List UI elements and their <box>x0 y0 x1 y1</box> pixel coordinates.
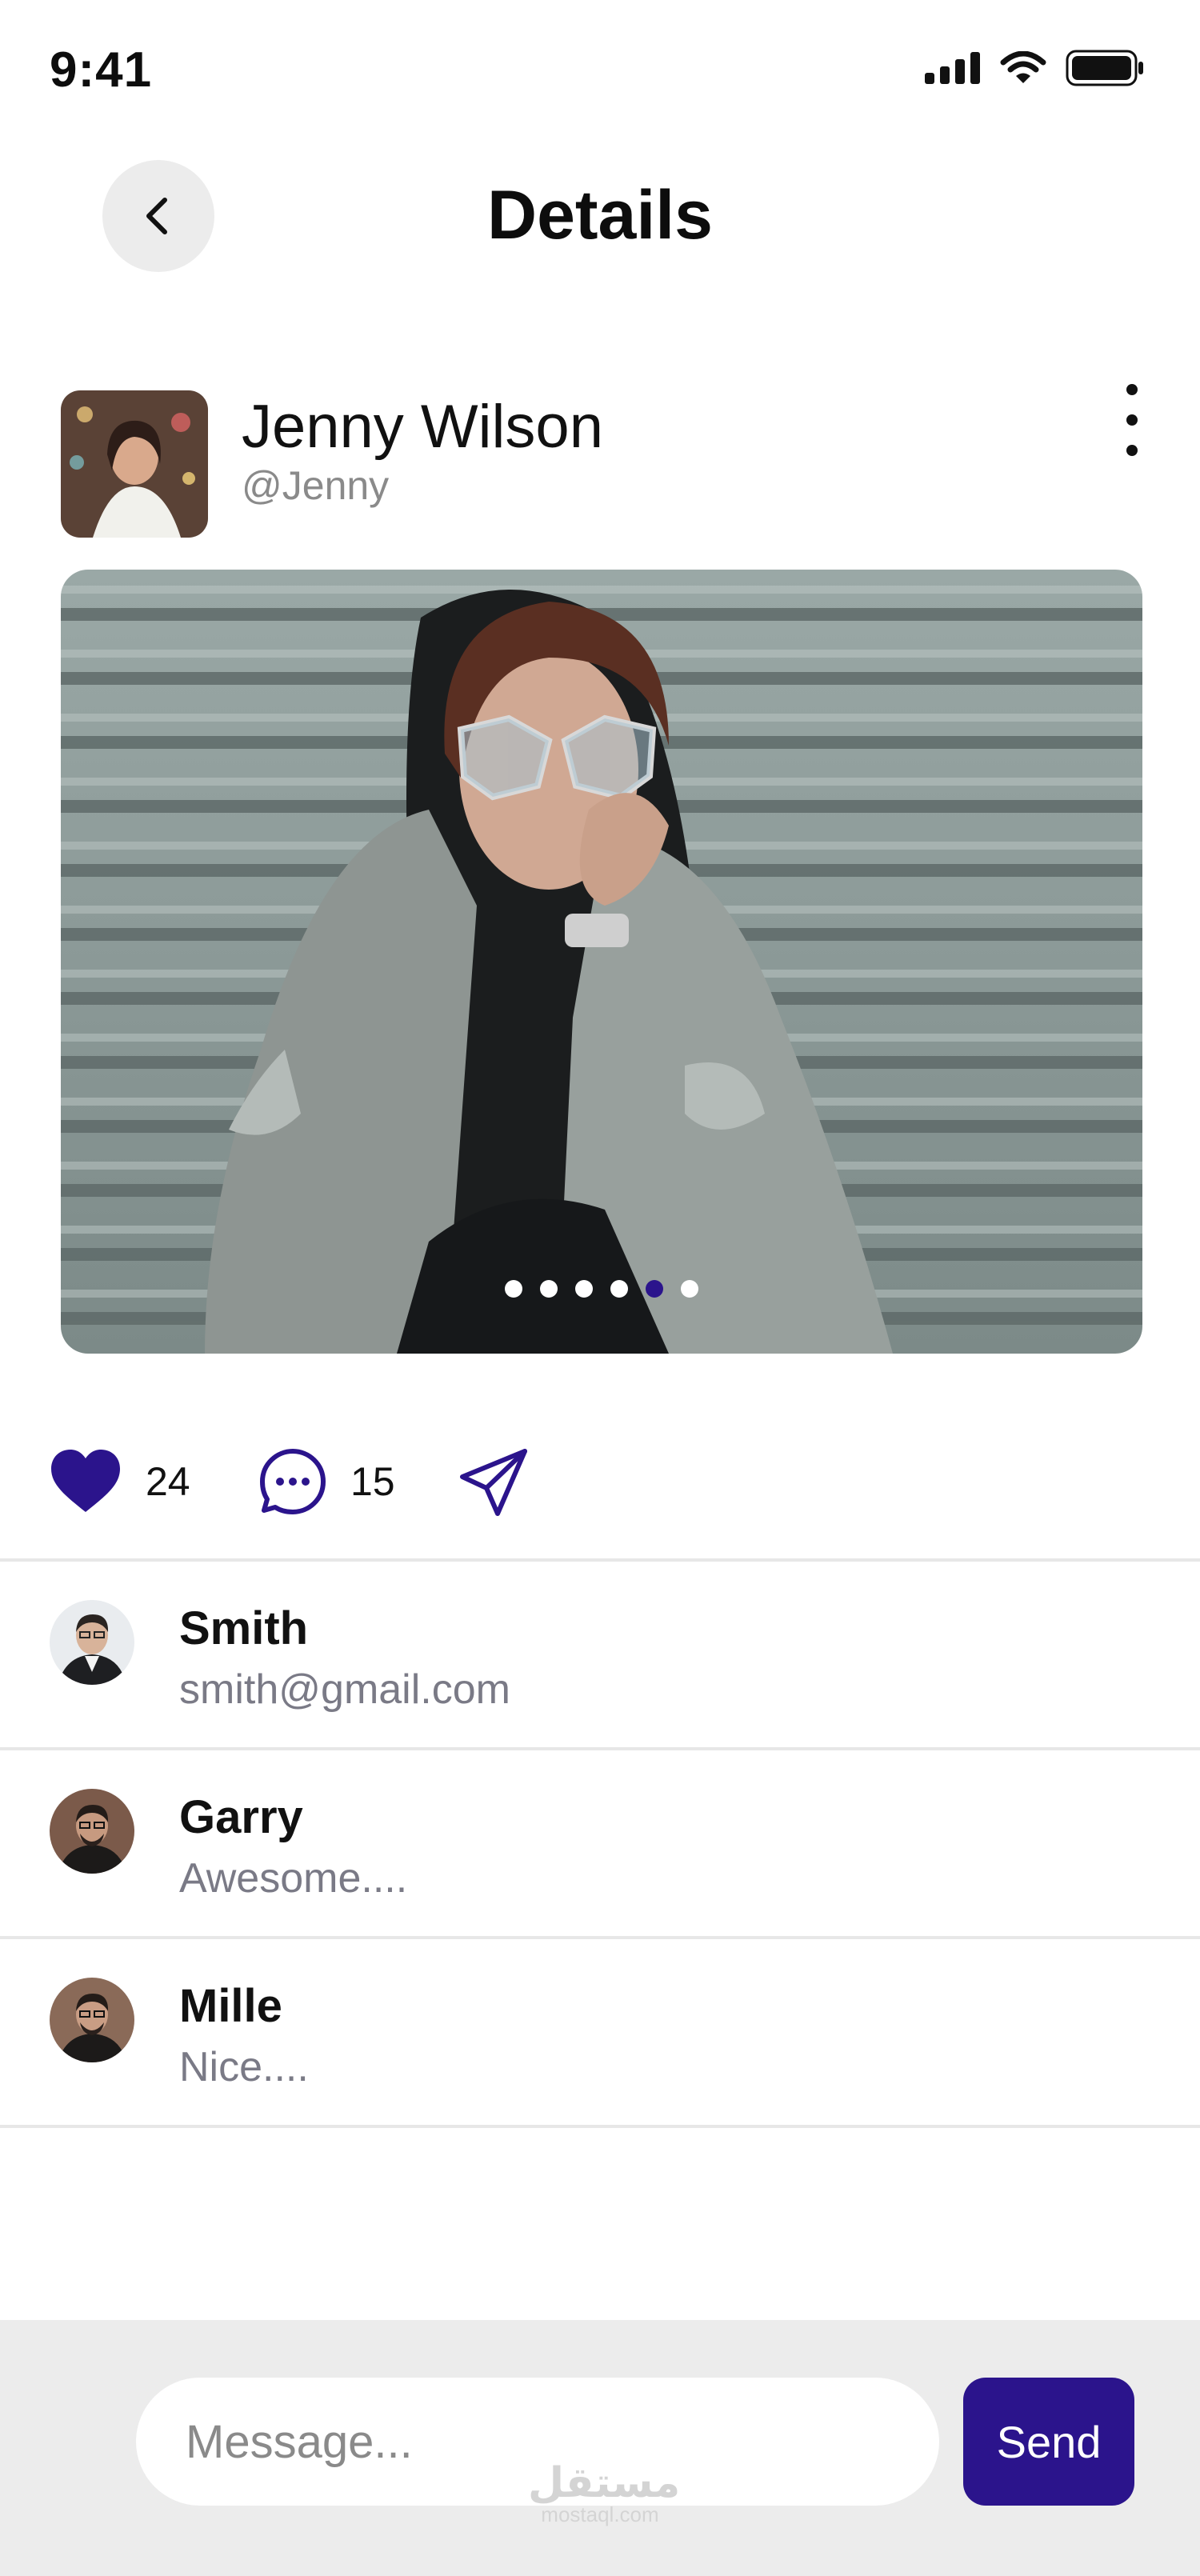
signal-icon <box>925 52 980 84</box>
author-name[interactable]: Jenny Wilson <box>242 392 603 462</box>
comment-author: Mille <box>179 1980 282 2032</box>
comment-author: Garry <box>179 1791 303 1843</box>
avatar[interactable] <box>50 1600 134 1685</box>
watermark-logo: مستقل <box>528 2459 681 2507</box>
watermark-url: mostaql.com <box>541 2502 659 2526</box>
comment-author: Smith <box>179 1602 309 1654</box>
status-bar: 9:41 <box>0 0 1200 144</box>
carousel-dot[interactable] <box>505 1280 522 1298</box>
comment-icon <box>260 1449 326 1514</box>
more-dot <box>1126 384 1138 395</box>
wifi-icon <box>1000 51 1046 83</box>
carousel-dots <box>61 1280 1142 1298</box>
send-plane-icon <box>460 1449 527 1516</box>
carousel-dot[interactable] <box>575 1280 593 1298</box>
like-button[interactable]: 24 <box>50 1448 190 1515</box>
comment-item[interactable]: Smith smith@gmail.com <box>0 1562 1200 1747</box>
divider <box>0 2125 1200 2128</box>
status-icons <box>925 50 1144 86</box>
page-title: Details <box>486 177 714 254</box>
heart-icon <box>51 1450 120 1512</box>
comment-text: smith@gmail.com <box>179 1666 510 1713</box>
more-dot <box>1126 445 1138 456</box>
watermark: مستقل mostaql.com <box>528 2459 681 2526</box>
post-image[interactable] <box>61 570 1142 1354</box>
more-dot <box>1126 414 1138 426</box>
comment-text: Nice.... <box>179 2044 309 2090</box>
post-actions: 24 15 <box>50 1448 770 1520</box>
battery-icon <box>1066 50 1143 86</box>
send-button[interactable]: Send <box>963 2378 1134 2506</box>
comment-text: Awesome.... <box>179 1855 408 1902</box>
comment-item[interactable]: Garry Awesome.... <box>0 1750 1200 1936</box>
carousel-dot[interactable] <box>646 1280 663 1298</box>
avatar[interactable] <box>50 1789 134 1874</box>
author-handle: @Jenny <box>242 463 390 508</box>
more-vertical-icon[interactable] <box>1112 384 1152 456</box>
share-button[interactable] <box>459 1448 528 1517</box>
carousel-dot[interactable] <box>610 1280 628 1298</box>
avatar[interactable] <box>50 1978 134 2062</box>
status-time: 9:41 <box>50 42 153 98</box>
like-count: 24 <box>146 1459 190 1504</box>
carousel-dot[interactable] <box>681 1280 698 1298</box>
message-composer: Send مستقل mostaql.com <box>0 2320 1200 2576</box>
author-avatar[interactable] <box>61 390 208 538</box>
carousel-dot[interactable] <box>540 1280 558 1298</box>
comment-item[interactable]: Mille Nice.... <box>0 1939 1200 2125</box>
comment-count: 15 <box>350 1459 395 1504</box>
comment-button[interactable]: 15 <box>259 1448 395 1515</box>
